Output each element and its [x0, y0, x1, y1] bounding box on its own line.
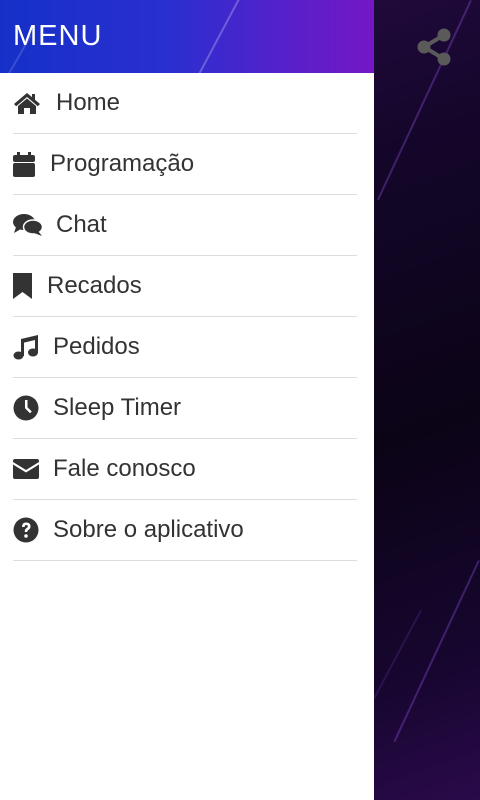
- calendar-icon: [13, 150, 50, 178]
- menu-list: Home Programação Chat Recados Pedidos Sl…: [0, 73, 374, 561]
- question-circle-icon: [13, 516, 53, 544]
- menu-item-recados[interactable]: Recados: [13, 256, 357, 317]
- share-icon: [417, 28, 451, 66]
- menu-item-fale-conosco[interactable]: Fale conosco: [13, 439, 357, 500]
- menu-item-label: Home: [56, 89, 121, 116]
- navigation-drawer: MENU Home Programação Chat Recados Pedid…: [0, 0, 374, 800]
- menu-item-home[interactable]: Home: [13, 73, 357, 134]
- music-note-icon: [13, 333, 53, 361]
- envelope-icon: [13, 455, 53, 483]
- menu-item-pedidos[interactable]: Pedidos: [13, 317, 357, 378]
- drawer-title: MENU: [13, 20, 103, 52]
- menu-item-label: Fale conosco: [53, 455, 196, 482]
- menu-item-label: Sobre o aplicativo: [53, 516, 244, 543]
- drawer-header: MENU: [0, 0, 374, 73]
- menu-item-label: Sleep Timer: [53, 394, 182, 421]
- menu-item-sleep-timer[interactable]: Sleep Timer: [13, 378, 357, 439]
- menu-item-label: Programação: [50, 150, 195, 177]
- background-streak: [393, 560, 480, 743]
- share-button[interactable]: [414, 26, 456, 68]
- home-icon: [13, 89, 56, 117]
- menu-item-label: Recados: [47, 272, 142, 299]
- chat-icon: [13, 211, 56, 239]
- bookmark-icon: [13, 272, 47, 300]
- header-streak: [197, 0, 242, 73]
- menu-item-programacao[interactable]: Programação: [13, 134, 357, 195]
- menu-item-label: Pedidos: [53, 333, 140, 360]
- menu-item-chat[interactable]: Chat: [13, 195, 357, 256]
- clock-icon: [13, 394, 53, 422]
- menu-item-label: Chat: [56, 211, 107, 238]
- menu-item-sobre-o-aplicativo[interactable]: Sobre o aplicativo: [13, 500, 357, 561]
